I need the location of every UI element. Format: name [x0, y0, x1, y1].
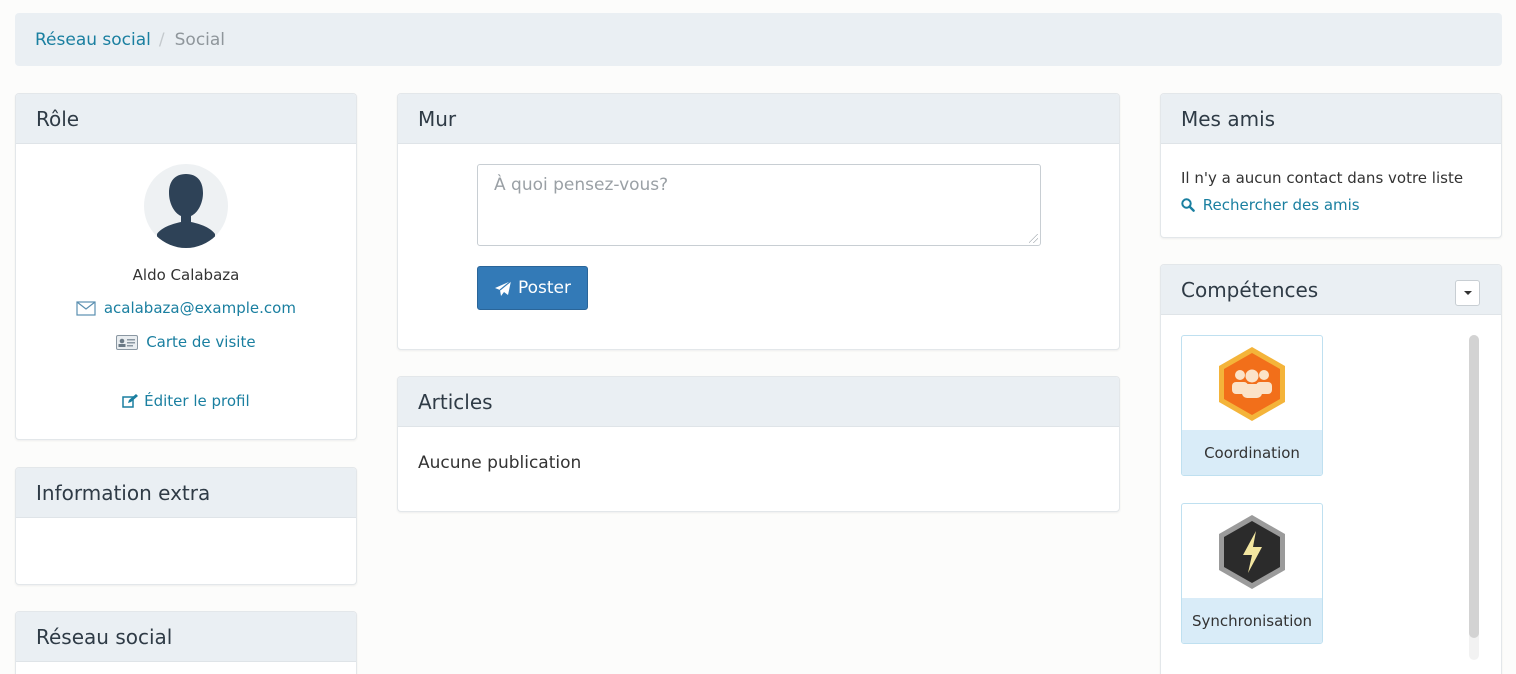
breadcrumb: Réseau social / Social	[15, 13, 1502, 66]
breadcrumb-link-social-network[interactable]: Réseau social	[35, 30, 151, 50]
skills-dropdown-toggle[interactable]	[1455, 280, 1480, 306]
search-friends-row: Rechercher des amis	[1181, 196, 1360, 216]
skill-card-coordination[interactable]: Coordination	[1181, 335, 1323, 476]
articles-panel: Articles Aucune publication	[397, 376, 1120, 512]
skills-scrollbar-thumb[interactable]	[1469, 335, 1479, 638]
skills-panel: Compétences Coordination Synchronisation	[1160, 264, 1502, 674]
friends-heading: Mes amis	[1161, 94, 1501, 144]
edit-icon	[122, 394, 139, 413]
envelope-icon	[76, 301, 96, 320]
edit-profile-row: Éditer le profil	[16, 392, 356, 413]
social-network-heading: Réseau social	[16, 612, 356, 662]
search-icon	[1181, 198, 1195, 216]
extra-info-heading: Information extra	[16, 468, 356, 518]
skill-card-synchronisation[interactable]: Synchronisation	[1181, 503, 1323, 644]
paper-plane-icon	[494, 280, 512, 296]
user-silhouette-icon	[157, 174, 215, 248]
edit-profile-link[interactable]: Éditer le profil	[144, 392, 250, 410]
resize-grip-icon[interactable]	[1029, 234, 1038, 243]
business-card-row: Carte de visite	[16, 333, 356, 354]
id-card-icon	[116, 335, 139, 354]
wall-post-placeholder: À quoi pensez-vous?	[494, 175, 669, 195]
skills-heading: Compétences	[1161, 265, 1501, 315]
skill-label: Synchronisation	[1182, 598, 1322, 643]
people-group-badge-icon	[1219, 346, 1285, 421]
friends-panel: Mes amis Il n'y a aucun contact dans vot…	[1160, 93, 1502, 238]
breadcrumb-current: Social	[174, 29, 226, 50]
business-card-link[interactable]: Carte de visite	[146, 333, 255, 351]
extra-info-panel: Information extra	[15, 467, 357, 585]
user-name: Aldo Calabaza	[132, 266, 240, 284]
wall-heading: Mur	[398, 94, 1119, 144]
wall-panel: Mur À quoi pensez-vous? Poster	[397, 93, 1120, 350]
post-button[interactable]: Poster	[477, 266, 588, 310]
skill-label: Coordination	[1182, 430, 1322, 475]
caret-down-icon	[1463, 291, 1472, 295]
avatar	[144, 164, 228, 248]
articles-empty-text: Aucune publication	[418, 453, 582, 473]
articles-heading: Articles	[398, 377, 1119, 427]
search-friends-link[interactable]: Rechercher des amis	[1203, 196, 1360, 214]
post-button-label: Poster	[517, 278, 572, 298]
role-panel-heading: Rôle	[16, 94, 356, 144]
user-email-link[interactable]: acalabaza@example.com	[104, 299, 296, 317]
lightning-badge-icon	[1219, 514, 1285, 589]
social-network-panel: Réseau social	[15, 611, 357, 674]
friends-empty-text: Il n'y a aucun contact dans votre liste	[1181, 169, 1464, 187]
breadcrumb-separator: /	[158, 29, 165, 50]
role-panel: Rôle Aldo Calabaza acalabaza@example.com…	[15, 93, 357, 440]
user-email-row: acalabaza@example.com	[16, 299, 356, 320]
skills-scrollbar[interactable]	[1469, 335, 1479, 660]
wall-post-textarea[interactable]: À quoi pensez-vous?	[477, 164, 1041, 246]
